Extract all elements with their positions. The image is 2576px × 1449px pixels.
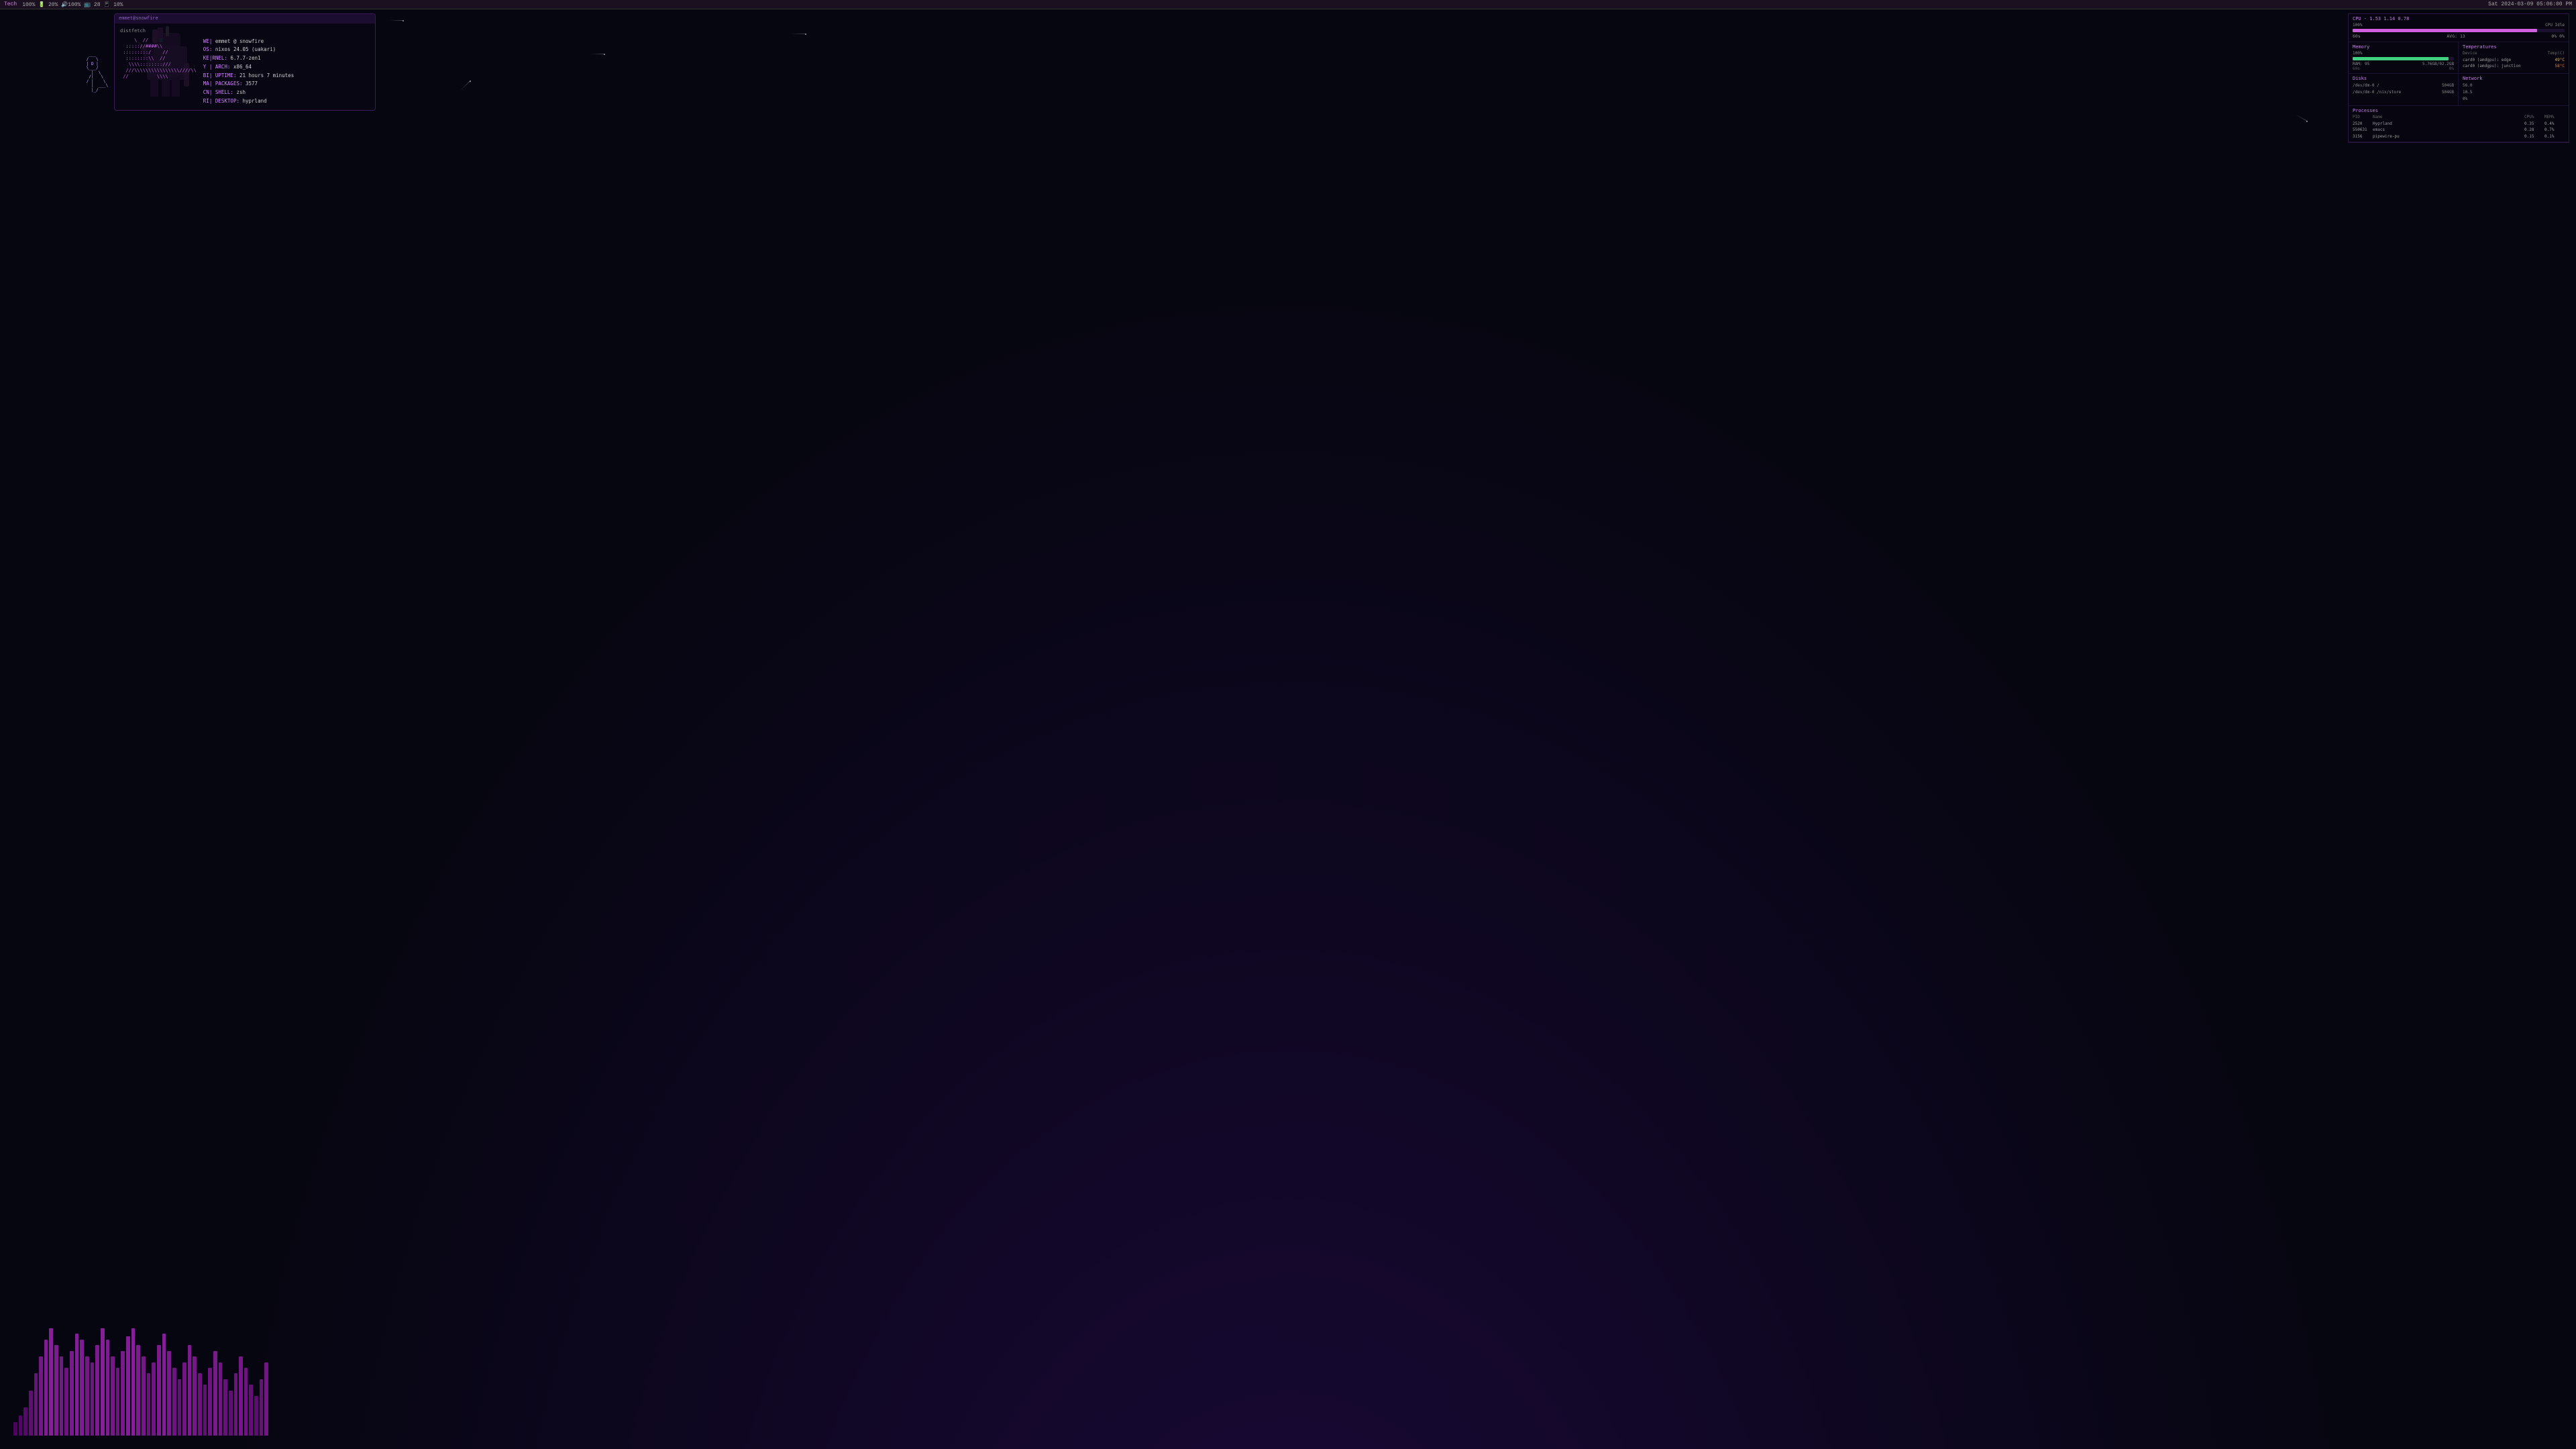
neofetch-content: \ // ::::://####\\ :::::::::/ // :::::::… [120, 38, 370, 106]
status-left: Tech 100% 🔋 20% 🔊100% 📺 28 📱 10% [4, 1, 123, 8]
nf-shell: CN| SHELL: zsh [203, 89, 294, 97]
neofetch-body: distfetch \ // ::::://####\\ :::::::::/ … [115, 23, 375, 110]
star-1 [402, 20, 404, 21]
status-right: Sat 2024-03-09 05:06:00 PM [2488, 1, 2572, 7]
nf-uptime: BI| UPTIME: 21 hours 7 minutes [203, 72, 294, 80]
datetime: Sat 2024-03-09 05:06:00 PM [2488, 1, 2572, 7]
star-2 [604, 54, 605, 55]
neofetch-info: WE| emmet @ snowfire OS: nixos 24.05 (ua… [203, 38, 294, 106]
nf-kernel: KE|RNEL: 6.7.7-zen1 [203, 54, 294, 63]
nf-we: WE| emmet @ snowfire [203, 38, 294, 46]
nf-desktop: RI| DESKTOP: hyprland [203, 97, 294, 106]
nf-os: OS: nixos 24.05 (uakari) [203, 46, 294, 54]
cpu-label: 100% 🔋 20% 🔊100% 📺 28 📱 10% [22, 1, 123, 8]
neofetch-title: emmet@snowfire [119, 16, 158, 21]
bottom-section: ⬛ Tech 100% 🔋 20% 🔊100% 28 10% Sat 2024-… [0, 0, 977, 272]
nf-arch: Y | ARCH: x86_64 [203, 63, 294, 72]
neofetch-terminal: emmet@snowfire distfetch \ // ::::://###… [114, 13, 376, 111]
workspace-label: Tech [4, 1, 17, 7]
neofetch-prompt: distfetch [120, 28, 370, 35]
neofetch-titlebar: emmet@snowfire [115, 14, 375, 23]
nf-packages: MA| PACKAGES: 3577 [203, 80, 294, 89]
neofetch-ascii: \ // ::::://####\\ :::::::::/ // :::::::… [120, 38, 197, 106]
star-3 [805, 34, 806, 35]
global-status-bar: Tech 100% 🔋 20% 🔊100% 📺 28 📱 10% Sat 202… [0, 0, 2576, 9]
qb-ascii-art: ___ / \ | D | \___/ | \ /| \ / | \ | ___… [87, 49, 109, 98]
